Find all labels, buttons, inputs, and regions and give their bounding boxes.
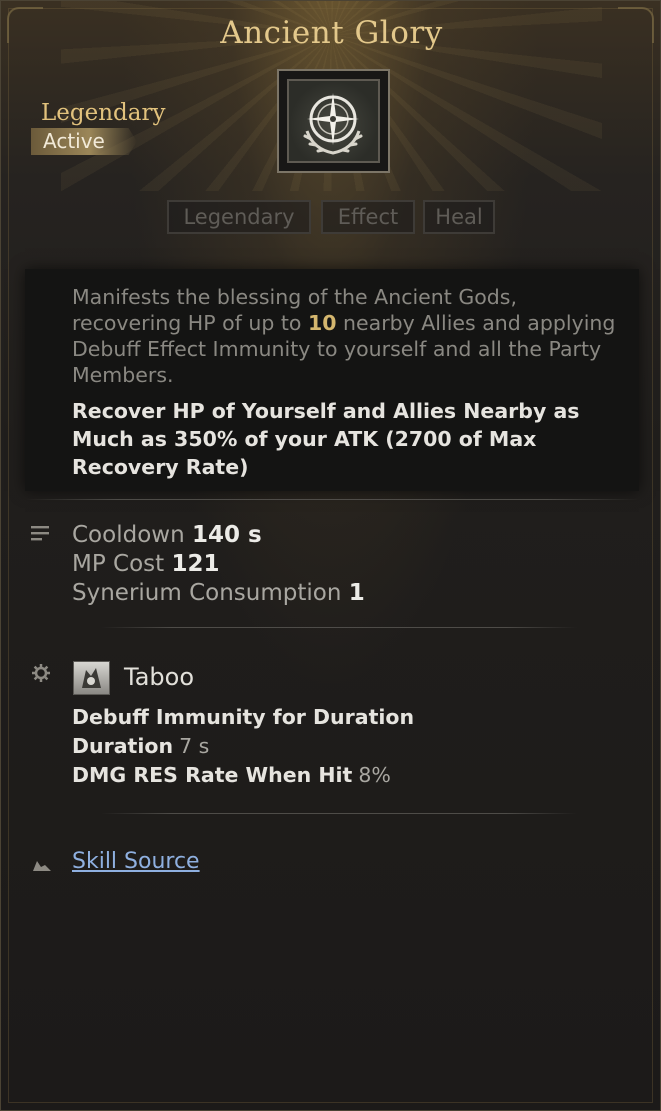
mp-cost-value: 121 — [171, 551, 220, 577]
taboo-dmg-value: 8% — [358, 763, 391, 787]
cooldown-value: 140 s — [191, 522, 262, 548]
compass-laurel-icon — [287, 79, 380, 163]
synerium-value: 1 — [348, 580, 365, 606]
taboo-title: Taboo — [124, 663, 194, 691]
taboo-duration-row: Duration 7 s — [72, 732, 414, 761]
cooldown-row: Cooldown 140 s — [72, 521, 365, 550]
taboo-details: Debuff Immunity for Duration Duration 7 s… — [72, 703, 414, 790]
taboo-duration-value: 7 s — [179, 734, 210, 758]
tag-heal: Heal — [423, 200, 495, 234]
gear-icon — [31, 663, 51, 688]
synerium-row: Synerium Consumption 1 — [72, 579, 365, 608]
grade-label: Legendary — [41, 100, 166, 126]
taboo-dmg-label: DMG RES Rate When Hit — [72, 763, 353, 787]
divider-top — [25, 499, 639, 500]
source-icon — [31, 854, 53, 878]
mp-cost-label: MP Cost — [72, 551, 165, 577]
skill-title: Ancient Glory — [220, 15, 443, 51]
divider-bottom — [101, 813, 577, 814]
taboo-dmg-row: DMG RES Rate When Hit 8% — [72, 761, 414, 790]
taboo-duration-label: Duration — [72, 734, 174, 758]
skill-stats: Cooldown 140 s MP Cost 121 Synerium Cons… — [72, 521, 365, 608]
tag-legendary: Legendary — [167, 200, 311, 234]
skill-icon-frame — [277, 69, 390, 173]
divider-middle — [101, 627, 577, 628]
tag-list: Legendary Effect Heal — [1, 200, 661, 236]
skill-tooltip-panel: Ancient Glory Legendary Active Legendary… — [0, 0, 661, 1111]
cooldown-label: Cooldown — [72, 522, 185, 548]
taboo-line-immunity: Debuff Immunity for Duration — [72, 705, 415, 729]
ally-count-highlight: 10 — [307, 311, 337, 335]
mp-cost-row: MP Cost 121 — [72, 550, 365, 579]
skill-source-link[interactable]: Skill Source — [72, 849, 200, 874]
list-icon — [31, 522, 51, 546]
skill-effect-text: Recover HP of Yourself and Allies Nearby… — [72, 399, 580, 479]
taboo-icon — [73, 661, 110, 695]
synerium-label: Synerium Consumption — [72, 580, 342, 606]
skill-description: Manifests the blessing of the Ancient Go… — [72, 284, 632, 388]
skill-type-label: Active — [43, 129, 105, 153]
tag-effect: Effect — [321, 200, 415, 234]
